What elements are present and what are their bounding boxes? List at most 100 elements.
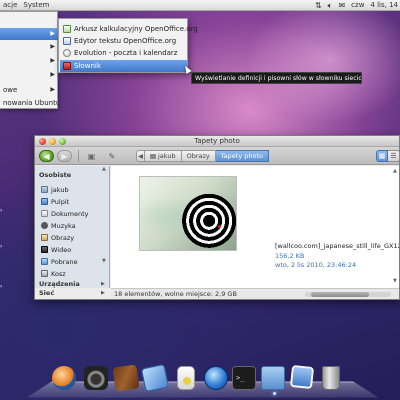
spreadsheet-icon [63,25,71,33]
toolbar: ◀ ▶ ▣ ✎ ◀ jakub Obrazy Tapety photo ▦ ☰ [35,147,400,165]
camera-icon[interactable] [84,366,108,390]
music-folder-icon [41,222,48,229]
content-scrollbar[interactable]: ▲ ▼ [392,166,399,288]
status-text: 18 elementów, wolne miejsce: 2,9 GB [114,290,237,298]
applications-menu[interactable]: acje [3,1,17,9]
file-size: 156,2 KB [275,252,305,260]
volume-icon[interactable]: 🔈︎ [328,1,333,10]
home-folder-icon [41,186,48,193]
folder-icon[interactable] [261,366,285,390]
applications-menu-dropdown: ▶ ▶ ▶ ▶ owe ▶ nowania Ubuntu [0,11,58,109]
sidebar-header-personal[interactable]: Osobiste [39,171,107,179]
list-view-button[interactable]: ☰ [388,150,400,162]
menu-item-ubuntu[interactable]: nowania Ubuntu [0,97,58,109]
desktop-icon-fragment[interactable]: › [0,207,2,214]
file-manager-window: Tapety photo ◀ ▶ ▣ ✎ ◀ jakub Obrazy Tape… [34,135,400,300]
places-sidebar: Osobiste jakub Pulpit Dokumenty Muzyka O… [35,166,110,288]
document-icon [63,37,71,45]
sidebar-header-network[interactable]: Sieć [39,289,107,297]
sidebar-header-devices[interactable]: Urządzenia [39,280,107,288]
file-view[interactable]: [wallcoo.com]_japanese_still_life_GX121_… [111,166,399,288]
scroll-up-icon[interactable]: ▲ [102,166,106,172]
chevron-right-icon: ▶ [50,71,55,78]
network-icon[interactable]: ⇅ [315,1,322,10]
chevron-right-icon[interactable]: ▶ [101,290,105,296]
text-editor-icon[interactable] [140,363,170,393]
forward-button[interactable]: ▶ [57,150,72,162]
book-icon[interactable] [112,364,140,392]
location-mode-icon[interactable]: ▣ [84,150,99,162]
videos-folder-icon [41,246,48,253]
image-thumbnail[interactable] [139,176,237,251]
desktop-icon-fragment[interactable]: › [0,243,2,250]
breadcrumb-item-current[interactable]: Tapety photo [215,150,269,162]
downloads-folder-icon [41,258,48,265]
running-indicator [273,392,276,395]
chevron-right-icon: ▶ [50,43,55,50]
menu-category-2[interactable]: ▶ [0,41,58,53]
status-bar: 18 elementów, wolne miejsce: 2,9 GB [111,288,399,299]
keyboard-layout-indicator[interactable]: czw [351,1,364,9]
desktop-icon-fragment[interactable]: › [0,283,2,290]
title-bar[interactable]: Tapety photo [35,136,399,147]
clock[interactable]: 4 lis, 14 [370,1,398,9]
chevron-right-icon: ▶ [50,30,55,37]
file-date: wto, 2 lis 2010, 23:46:24 [275,261,357,269]
panel-menu-bar: acje System [0,1,50,9]
trash-icon [41,270,48,277]
dictionary-icon [63,62,71,70]
menu-item-word-processor[interactable]: Edytor tekstu OpenOffice.org [60,35,187,47]
breadcrumb-item-home[interactable]: jakub [145,150,182,162]
window-title: Tapety photo [194,137,240,145]
sidebar-item-trash[interactable]: Kosz [41,268,66,279]
top-panel: acje System ⇅ 🔈︎ ✉ czw 4 lis, 14 [0,0,400,11]
sidebar-item-downloads[interactable]: Pobrane [41,256,78,267]
chevron-right-icon: ▶ [50,86,55,93]
menu-item-evolution[interactable]: Evolution - poczta i kalendarz [60,47,187,59]
mail-client-icon [63,49,71,57]
menu-category-3[interactable]: ▶ [0,55,58,67]
breadcrumb: ◀ jakub Obrazy Tapety photo [136,150,269,162]
chevron-right-icon[interactable]: ▶ [101,281,105,287]
breadcrumb-item-pictures[interactable]: Obrazy [181,150,216,162]
horizontal-scrollbar[interactable] [305,292,391,297]
back-button[interactable]: ◀ [39,150,54,162]
icon-view-button[interactable]: ▦ [376,150,388,162]
edit-location-icon[interactable]: ✎ [105,150,119,162]
documents-folder-icon [41,210,48,217]
home-icon [150,153,156,159]
thumbnail-detail [218,225,221,228]
breadcrumb-scroll-left[interactable]: ◀ [136,150,145,162]
sidebar-item-videos[interactable]: Wideo [41,244,71,255]
sidebar-item-pictures[interactable]: Obrazy [41,232,74,243]
sidebar-item-desktop[interactable]: Pulpit [41,196,69,207]
sidebar-item-music[interactable]: Muzyka [41,220,76,231]
media-player-icon[interactable] [177,366,195,390]
terminal-icon[interactable]: >_ [232,366,256,390]
menu-category-office[interactable]: ▶ [0,28,58,40]
sidebar-item-home[interactable]: jakub [41,184,69,195]
sidebar-item-documents[interactable]: Dokumenty [41,208,89,219]
office-submenu: Arkusz kalkulacyjny OpenOffice.org Edyto… [58,18,198,73]
file-name[interactable]: [wallcoo.com]_japanese_still_life_GX121_… [275,242,399,250]
browser-icon[interactable] [52,366,76,390]
system-menu[interactable]: System [23,1,49,9]
menu-category-4[interactable]: ▶ [0,69,58,81]
menu-item-spreadsheet[interactable]: Arkusz kalkulacyjny OpenOffice.org [60,23,198,35]
scroll-down-icon[interactable]: ▼ [102,258,106,264]
trash-icon[interactable] [322,366,340,390]
scrollbar-thumb[interactable] [311,292,369,297]
scroll-up-icon[interactable]: ▲ [393,168,397,174]
photo-viewer-icon[interactable] [289,364,315,390]
mail-icon[interactable]: ✉ [338,1,345,10]
desktop-folder-icon [41,198,48,205]
menu-category-5[interactable]: owe ▶ [0,84,58,96]
sidebar-scrollbar[interactable]: ▲ ▼ [102,166,108,266]
menu-item-dictionary[interactable]: Słownik [60,60,187,72]
chevron-right-icon: ▶ [50,57,55,64]
pictures-folder-icon [41,234,48,241]
tooltip: Wyświetlanie definicji i pisowni słów w … [191,72,362,84]
scroll-down-icon[interactable]: ▼ [393,278,397,284]
globe-icon[interactable] [204,366,228,390]
panel-tray: ⇅ 🔈︎ ✉ czw 4 lis, 14 [315,1,400,10]
